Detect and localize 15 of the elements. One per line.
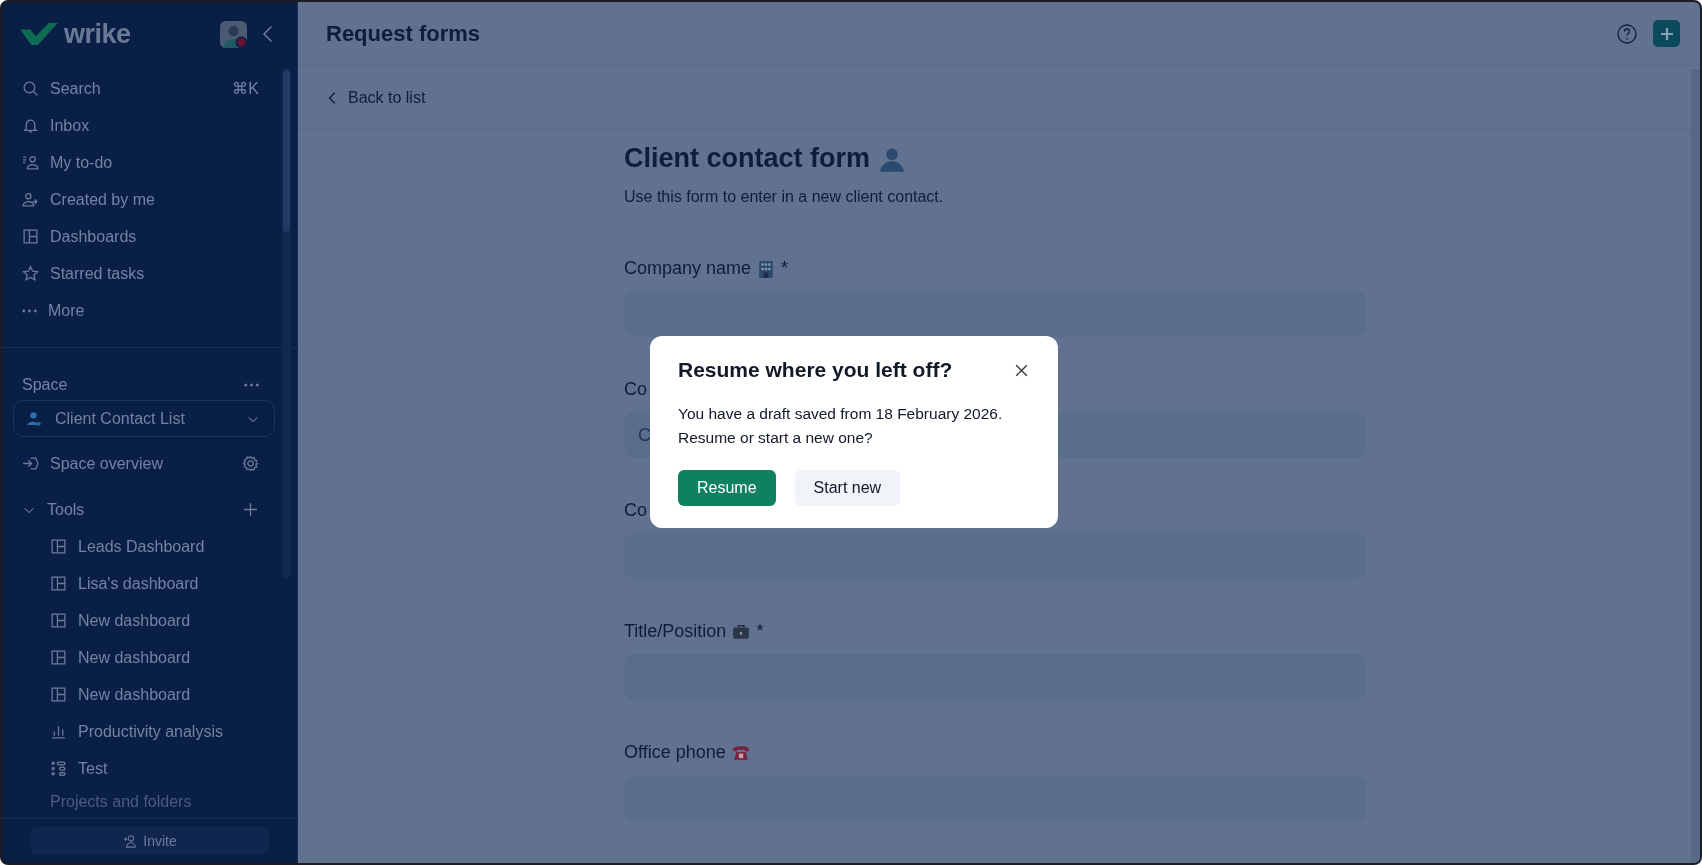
field-label: Title/Position <box>624 621 727 642</box>
field-label: Co <box>624 379 647 400</box>
required-mark: * <box>756 621 764 642</box>
logo-text: wrike <box>64 18 131 50</box>
field-label: Company name <box>624 258 752 279</box>
section-label: Space <box>22 376 68 394</box>
form-description: Use this form to enter in a new client contact. <box>624 188 945 206</box>
dialog-title: Resume where you left off? <box>678 358 953 382</box>
shortcut-hint: ⌘K <box>232 79 259 98</box>
required-mark: * <box>781 258 789 279</box>
dialog-message: You have a draft saved from 18 February 2026. Resume or start a new one? <box>678 404 1004 448</box>
page-title: Request forms <box>326 20 481 47</box>
field-label: Co <box>624 500 647 521</box>
form-title: Client contact form <box>624 143 871 174</box>
field-label: Office phone <box>624 742 726 763</box>
